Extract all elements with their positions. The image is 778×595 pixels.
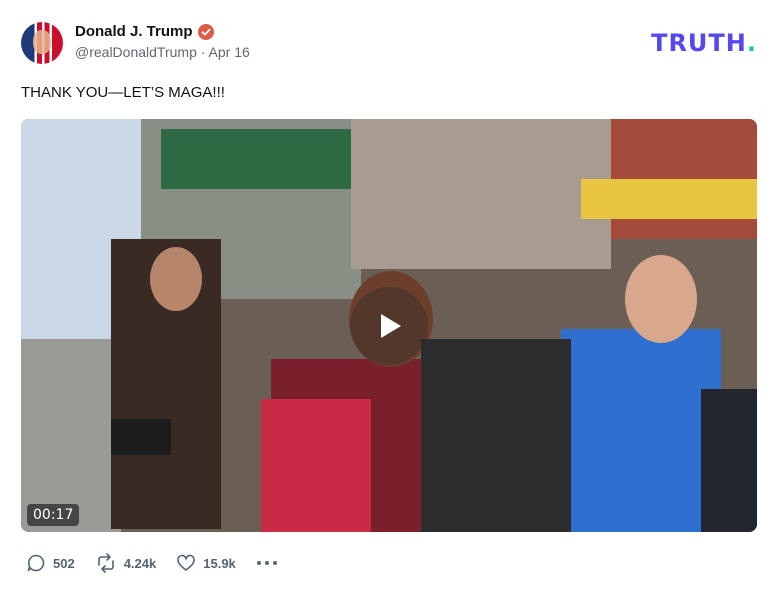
more-icon <box>256 561 277 565</box>
retruth-button[interactable]: 4.24k <box>95 553 157 573</box>
like-count: 15.9k <box>203 555 236 571</box>
heart-icon <box>177 554 196 571</box>
meta-separator: · <box>200 44 206 60</box>
post-text: THANK YOU—LET’S MAGA!!! <box>21 84 225 101</box>
author-name[interactable]: Donald J. Trump <box>75 23 193 40</box>
avatar[interactable] <box>21 22 63 64</box>
more-options-button[interactable] <box>256 559 278 567</box>
reply-count: 502 <box>53 555 75 571</box>
reply-button[interactable]: 502 <box>26 553 75 573</box>
like-button[interactable]: 15.9k <box>176 553 236 573</box>
post-header: Donald J. Trump @realDonaldTrump · Apr 1… <box>21 20 757 66</box>
video-player[interactable]: 00:17 <box>21 119 757 532</box>
author-handle[interactable]: @realDonaldTrump <box>75 44 197 60</box>
retruth-icon <box>97 553 114 573</box>
logo-dot: . <box>746 29 757 57</box>
reply-icon <box>27 554 45 572</box>
truth-logo[interactable]: TRUTH. <box>651 29 757 57</box>
author-meta: @realDonaldTrump · Apr 16 <box>75 44 250 60</box>
post-date[interactable]: Apr 16 <box>209 44 250 60</box>
video-duration: 00:17 <box>27 504 80 526</box>
play-button[interactable] <box>350 287 428 365</box>
author-block: Donald J. Trump @realDonaldTrump · Apr 1… <box>75 23 250 60</box>
retruth-count: 4.24k <box>123 555 157 571</box>
play-icon <box>381 314 401 338</box>
action-bar: 502 4.24k 15.9k <box>26 553 278 573</box>
verified-icon <box>197 23 214 40</box>
logo-text: TRUTH <box>651 29 747 57</box>
